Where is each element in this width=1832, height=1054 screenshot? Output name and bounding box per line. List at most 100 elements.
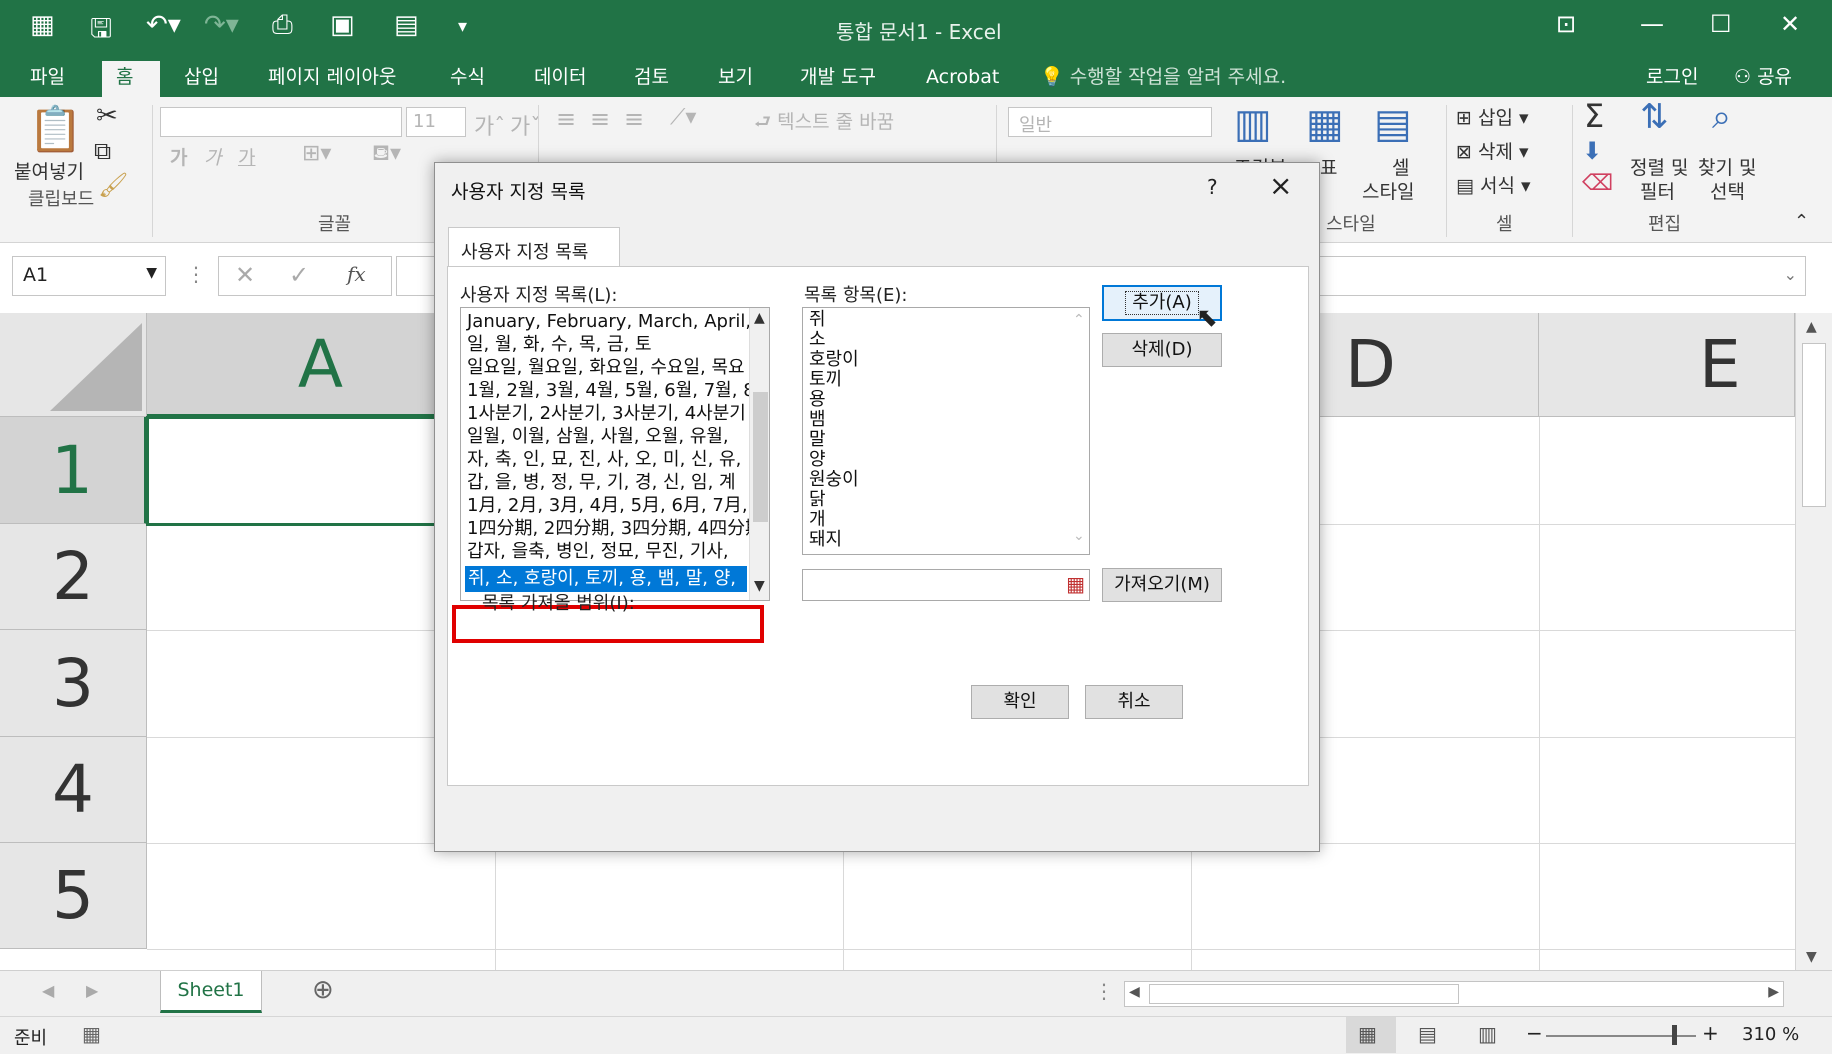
- row-header-2[interactable]: 2: [0, 524, 147, 630]
- find-select-label-2[interactable]: 선택: [1710, 177, 1745, 204]
- bold-button[interactable]: 가: [170, 143, 187, 170]
- align-top-icon[interactable]: ≡: [556, 105, 576, 133]
- tab-home[interactable]: 홈: [102, 61, 160, 97]
- print-preview-icon[interactable]: ⎙: [272, 10, 293, 41]
- help-button[interactable]: ?: [1207, 175, 1218, 199]
- paste-icon[interactable]: 📋: [28, 103, 83, 155]
- tab-review[interactable]: 검토: [620, 61, 683, 97]
- cut-icon[interactable]: ✂: [96, 101, 118, 131]
- format-cells-button[interactable]: ▤ 서식 ▾: [1456, 171, 1531, 198]
- clear-icon[interactable]: ⌫: [1582, 171, 1613, 196]
- zoom-out-icon[interactable]: −: [1526, 1021, 1543, 1045]
- camera-icon[interactable]: ▣: [330, 10, 355, 40]
- tell-me-box[interactable]: 💡 수행할 작업을 알려 주세요.: [1026, 61, 1300, 97]
- zoom-level[interactable]: 310 %: [1742, 1024, 1799, 1045]
- tab-view[interactable]: 보기: [704, 61, 767, 97]
- list-item[interactable]: 일월, 이월, 삼월, 사월, 오월, 유월,: [467, 425, 729, 449]
- row-header-5[interactable]: 5: [0, 843, 147, 949]
- zoom-in-icon[interactable]: +: [1702, 1021, 1719, 1045]
- decrease-font-icon[interactable]: 가ˇ: [510, 109, 541, 141]
- tab-insert[interactable]: 삽입: [170, 61, 233, 97]
- customize-qat-icon[interactable]: ▾: [458, 16, 467, 37]
- sort-filter-icon[interactable]: ⇅: [1640, 97, 1669, 137]
- list-item[interactable]: 1月, 2月, 3月, 4月, 5月, 6月, 7月, 8: [467, 494, 765, 518]
- cancel-icon[interactable]: ✕: [235, 261, 255, 289]
- number-format-combo[interactable]: 일반: [1008, 107, 1212, 137]
- conditional-format-icon[interactable]: ▥: [1234, 101, 1272, 147]
- close-icon[interactable]: ✕: [1780, 10, 1800, 38]
- save-icon[interactable]: 🖫: [90, 10, 112, 54]
- horizontal-scrollbar[interactable]: ◀ ▶: [1124, 981, 1784, 1007]
- italic-button[interactable]: 가: [204, 143, 221, 170]
- excel-app-icon[interactable]: ▦: [30, 10, 55, 40]
- zoom-slider-thumb[interactable]: [1672, 1025, 1677, 1045]
- tab-acrobat[interactable]: Acrobat: [912, 61, 1013, 97]
- tab-data[interactable]: 데이터: [520, 61, 600, 97]
- list-item[interactable]: 자, 축, 인, 묘, 진, 사, 오, 미, 신, 유,: [467, 448, 741, 472]
- login-link[interactable]: 로그인: [1632, 61, 1712, 97]
- cell-styles-label-2[interactable]: 스타일: [1362, 177, 1414, 204]
- find-select-icon[interactable]: ⌕: [1712, 97, 1731, 137]
- insert-cells-button[interactable]: ⊞ 삽입 ▾: [1456, 103, 1529, 130]
- add-sheet-icon[interactable]: ⊕: [312, 975, 334, 1005]
- copy-icon[interactable]: ⧉: [94, 137, 111, 165]
- custom-lists-listbox[interactable]: January, February, March, April, Ma 일, 월…: [460, 307, 770, 601]
- list-item[interactable]: 일, 월, 화, 수, 목, 금, 토: [467, 333, 652, 357]
- next-sheet-icon[interactable]: ▶: [86, 981, 98, 1000]
- delete-cells-button[interactable]: ⊠ 삭제 ▾: [1456, 137, 1529, 164]
- sheet-tab-sheet1[interactable]: Sheet1: [160, 971, 262, 1013]
- entries-scrollbar[interactable]: ⌃ ⌄: [1069, 308, 1089, 554]
- scroll-thumb[interactable]: [1802, 343, 1826, 507]
- import-range-input[interactable]: ▦: [802, 569, 1090, 601]
- vertical-scrollbar[interactable]: ▲ ▼: [1795, 313, 1832, 970]
- row-header-4[interactable]: 4: [0, 737, 147, 843]
- scroll-up-icon[interactable]: ▲: [754, 310, 765, 326]
- tab-developer[interactable]: 개발 도구: [786, 61, 890, 97]
- increase-font-icon[interactable]: 가ˆ: [474, 109, 505, 141]
- format-table-label[interactable]: 표: [1320, 153, 1337, 180]
- list-item[interactable]: 갑, 을, 병, 정, 무, 기, 경, 신, 임, 계: [467, 471, 736, 495]
- tab-custom-lists[interactable]: 사용자 지정 목록: [448, 227, 620, 267]
- scroll-right-icon[interactable]: ▶: [1768, 984, 1779, 1000]
- prev-sheet-icon[interactable]: ◀: [42, 981, 54, 1000]
- format-painter-icon[interactable]: 🖌: [98, 171, 128, 199]
- find-select-label[interactable]: 찾기 및: [1698, 153, 1756, 180]
- cancel-button[interactable]: 취소: [1085, 685, 1183, 719]
- fill-icon[interactable]: ⬇: [1582, 137, 1602, 165]
- orientation-icon[interactable]: ⟋▾: [670, 105, 696, 130]
- import-button[interactable]: 가져오기(M): [1102, 568, 1222, 602]
- scroll-down-icon[interactable]: ⌄: [1073, 528, 1085, 544]
- scroll-up-icon[interactable]: ⌃: [1073, 312, 1085, 328]
- expand-formula-icon[interactable]: ⌄: [1784, 265, 1797, 284]
- wrap-text-button[interactable]: ⮐ 텍스트 줄 바꿈: [754, 107, 894, 140]
- undo-icon[interactable]: ↶▾: [146, 10, 181, 40]
- selected-list-item[interactable]: 쥐, 소, 호랑이, 토끼, 용, 뱀, 말, 양,: [468, 567, 736, 591]
- enter-icon[interactable]: ✓: [289, 261, 309, 289]
- chevron-down-icon[interactable]: ▼: [146, 265, 157, 281]
- name-box[interactable]: A1 ▼: [12, 256, 166, 296]
- select-all-corner[interactable]: [0, 313, 147, 417]
- collapse-ribbon-icon[interactable]: ⌃: [1794, 211, 1809, 232]
- align-bottom-icon[interactable]: ≡: [624, 105, 644, 133]
- scroll-left-icon[interactable]: ◀: [1129, 984, 1140, 1000]
- range-select-icon[interactable]: ▦: [1066, 572, 1085, 596]
- maximize-icon[interactable]: ☐: [1710, 10, 1732, 38]
- row-header-1[interactable]: 1: [0, 417, 147, 524]
- border-icon[interactable]: ⊞▾: [302, 141, 331, 166]
- format-table-icon[interactable]: ▦: [1306, 101, 1344, 147]
- scroll-thumb[interactable]: [753, 392, 768, 522]
- list-scrollbar[interactable]: ▲ ▼: [749, 308, 769, 600]
- cell-styles-icon[interactable]: ▤: [1374, 101, 1412, 147]
- column-header-e[interactable]: E: [1539, 313, 1795, 417]
- scroll-down-icon[interactable]: ▼: [754, 578, 765, 594]
- list-item[interactable]: January, February, March, April, Ma: [467, 310, 769, 334]
- tab-page-layout[interactable]: 페이지 레이아웃: [254, 61, 410, 97]
- autosum-icon[interactable]: Σ: [1584, 97, 1604, 135]
- minimize-icon[interactable]: —: [1640, 10, 1664, 38]
- share-button[interactable]: ⚇ 공유: [1720, 61, 1806, 97]
- page-break-view-icon[interactable]: ▥: [1478, 1022, 1497, 1046]
- ribbon-display-icon[interactable]: ⊡: [1556, 10, 1576, 38]
- list-entries-textarea[interactable]: 쥐 소 호랑이 토끼 용 뱀 말 양 원숭이 닭 개 돼지 ⌃ ⌄: [802, 307, 1090, 555]
- sort-filter-label-2[interactable]: 필터: [1640, 177, 1675, 204]
- fill-color-icon[interactable]: ⛾▾: [372, 141, 401, 169]
